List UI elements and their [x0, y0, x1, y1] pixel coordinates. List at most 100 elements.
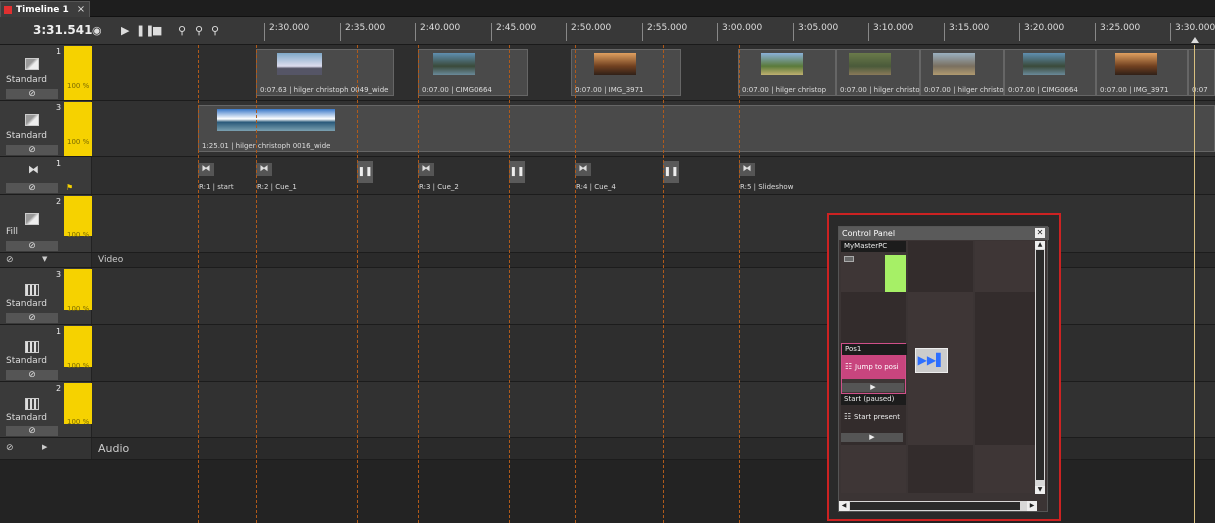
track-image-3: Standard 3 ⊘ 100 % 1:25.01 | hilger chri…: [0, 101, 1215, 157]
playhead-line[interactable]: [1194, 45, 1195, 523]
track-enable-toggle[interactable]: ⊘: [6, 89, 58, 99]
panel-cell[interactable]: [975, 394, 1040, 445]
track-header[interactable]: Standard 3 ⊘ 100 %: [0, 268, 92, 324]
track-header[interactable]: ⧓ 1 ⊘ ⚑: [0, 157, 92, 194]
track-number: 2: [56, 197, 62, 206]
panel-cell[interactable]: MyMasterPC: [841, 241, 906, 292]
track-header[interactable]: Standard 1 ⊘ 100 %: [0, 325, 92, 381]
time-ruler[interactable]: 2:30.000 2:35.000 2:40.000 2:45.000 2:50…: [262, 17, 1215, 45]
ruler-tick: 2:40.000: [415, 23, 460, 41]
clip-thumbnail: [849, 53, 891, 75]
control-panel-close-icon[interactable]: ✕: [1035, 228, 1045, 238]
track-enable-toggle[interactable]: ⊘: [6, 145, 58, 155]
image-clip[interactable]: 0:07.00 | CIMG0664: [1004, 49, 1096, 96]
opacity-indicator[interactable]: [64, 196, 92, 236]
track-enable-toggle[interactable]: ⊘: [6, 426, 58, 436]
panel-cell[interactable]: [975, 292, 1040, 343]
image-clip[interactable]: 0:07.00 | hilger christop: [738, 49, 836, 96]
stop-icon[interactable]: ■: [152, 24, 162, 37]
ruler-tick: 3:25.000: [1095, 23, 1140, 41]
zoom-out-icon[interactable]: ⚲: [195, 24, 203, 37]
scroll-down-icon[interactable]: ▼: [1035, 486, 1045, 494]
playhead-marker-icon[interactable]: [1191, 37, 1199, 43]
pause-marker-icon[interactable]: ❚❚: [663, 161, 679, 183]
cue-line: [357, 45, 358, 523]
panel-cell-start[interactable]: Start (paused) ☷ Start present ▶: [841, 394, 906, 445]
panel-cell[interactable]: ▶▶▌: [908, 343, 973, 394]
track-header[interactable]: Standard 2 ⊘ 100 %: [0, 382, 92, 437]
zoom-in-icon[interactable]: ⚲: [211, 24, 219, 37]
panel-cell[interactable]: [908, 394, 973, 445]
image-clip[interactable]: 0:07.00 | CIMG0664: [418, 49, 528, 96]
track-type-label: Standard: [6, 75, 47, 85]
image-clip[interactable]: 0:07.00 | IMG_3971: [571, 49, 681, 96]
section-header[interactable]: ⊘ ▶: [0, 438, 92, 459]
play-icon[interactable]: ▶: [841, 433, 903, 442]
tab-close-icon[interactable]: ×: [77, 4, 85, 15]
panel-cell[interactable]: [841, 445, 906, 493]
scroll-right-icon[interactable]: ▶: [1027, 501, 1037, 511]
pause-marker-icon[interactable]: ❚❚: [357, 161, 373, 183]
play-icon[interactable]: ▶: [842, 383, 904, 392]
panel-cell-pos1[interactable]: Pos1 ☷ Jump to posi ▶: [841, 343, 907, 394]
scroll-left-icon[interactable]: ◀: [839, 501, 849, 511]
tab-timeline-1[interactable]: Timeline 1 ×: [0, 1, 90, 17]
track-header[interactable]: Standard 3 ⊘ 100 %: [0, 101, 92, 156]
scroll-track[interactable]: [850, 502, 1020, 510]
track-enable-toggle[interactable]: ⊘: [6, 313, 58, 323]
image-clip[interactable]: 0:07.00 | IMG_3971: [1096, 49, 1188, 96]
cue-marker-icon[interactable]: ⧓: [739, 163, 755, 176]
image-track-icon: [25, 58, 39, 70]
panel-cell[interactable]: [975, 343, 1040, 394]
image-clip[interactable]: 0:07.00 | hilger christop: [920, 49, 1008, 96]
eye-icon[interactable]: ◉: [92, 24, 102, 37]
ruler-tick: 2:45.000: [491, 23, 536, 41]
scroll-track[interactable]: [1036, 250, 1044, 480]
track-header[interactable]: Fill 2 ⊘ 100 %: [0, 195, 92, 252]
panel-cell[interactable]: [908, 292, 973, 343]
control-panel-title[interactable]: Control Panel: [839, 227, 1049, 240]
opacity-indicator[interactable]: [64, 102, 92, 156]
play-icon[interactable]: ▶: [121, 24, 129, 37]
cue-track-icon: ⧓: [28, 163, 39, 176]
pause-marker-icon[interactable]: ❚❚: [509, 161, 525, 183]
image-clip[interactable]: 0:07.63 | hilger christoph 0049_wide: [256, 49, 394, 96]
opacity-indicator[interactable]: [64, 269, 92, 310]
horizontal-scrollbar[interactable]: ◀ ▶: [839, 501, 1037, 511]
clip-label: 0:07.00 | hilger christop: [742, 86, 827, 94]
section-header[interactable]: ⊘ ▼: [0, 253, 92, 267]
control-panel-window[interactable]: Control Panel ✕ MyMasterPC Pos1 ☷ Jump t…: [838, 226, 1049, 512]
start-button-label[interactable]: Start present: [854, 413, 900, 421]
panel-cell[interactable]: [908, 241, 973, 292]
track-header[interactable]: Standard 1 ⊘ 100 %: [0, 45, 92, 100]
video-track-icon: [25, 398, 39, 410]
section-enable-icon[interactable]: ⊘: [6, 443, 14, 453]
cue-marker-icon[interactable]: ⧓: [575, 163, 591, 176]
zoom-fit-icon[interactable]: ⚲: [178, 24, 186, 37]
image-clip[interactable]: 1:25.01 | hilger christoph 0016_wide: [198, 105, 1215, 152]
panel-cell[interactable]: [841, 292, 906, 343]
section-enable-icon[interactable]: ⊘: [6, 255, 14, 265]
panel-cell[interactable]: [908, 445, 973, 493]
image-clip[interactable]: 0:07.00 | hilger christop: [836, 49, 924, 96]
cue-marker-icon[interactable]: ⧓: [418, 163, 434, 176]
panel-cell[interactable]: [975, 241, 1040, 292]
image-clip[interactable]: 0:07: [1188, 49, 1215, 96]
cue-marker-icon[interactable]: ⧓: [198, 163, 214, 176]
opacity-indicator[interactable]: [64, 46, 92, 100]
scroll-up-icon[interactable]: ▲: [1035, 241, 1045, 249]
skip-forward-icon[interactable]: ▶▶▌: [915, 348, 948, 373]
panel-cell[interactable]: [975, 445, 1040, 493]
cue-flag-icon[interactable]: ⚑: [66, 183, 73, 192]
track-type-label: Standard: [6, 356, 47, 366]
track-enable-toggle[interactable]: ⊘: [6, 370, 58, 380]
opacity-indicator[interactable]: [64, 326, 92, 367]
vertical-scrollbar[interactable]: ▲ ▼: [1035, 241, 1045, 494]
section-collapse-icon[interactable]: ▼: [42, 255, 47, 263]
cue-marker-icon[interactable]: ⧓: [256, 163, 272, 176]
track-enable-toggle[interactable]: ⊘: [6, 241, 58, 251]
section-expand-icon[interactable]: ▶: [42, 443, 47, 451]
section-label: Video: [98, 255, 124, 265]
section-label: Audio: [98, 442, 130, 455]
track-enable-toggle[interactable]: ⊘: [6, 183, 58, 193]
